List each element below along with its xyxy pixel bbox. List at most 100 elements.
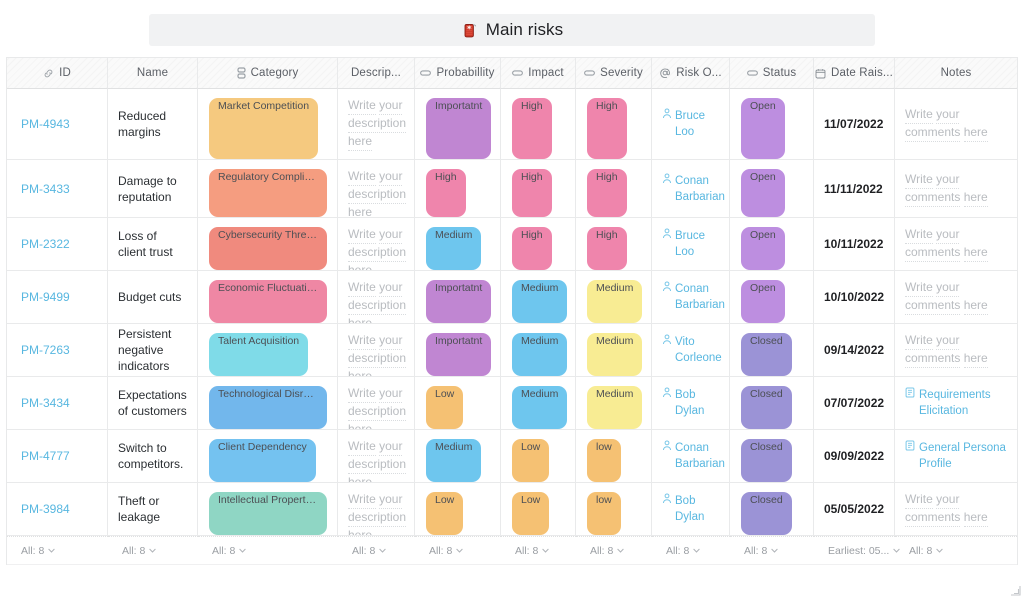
notes-placeholder[interactable]: Write your comments here: [905, 226, 1009, 262]
column-header-severity[interactable]: Severity: [576, 58, 652, 89]
cell-probability[interactable]: Importatnt: [415, 271, 501, 324]
footer-summary-owner[interactable]: All: 8: [652, 536, 730, 564]
cell-severity[interactable]: High: [576, 218, 652, 271]
category-tag[interactable]: Cybersecurity Threats: [209, 227, 327, 270]
cell-notes[interactable]: Write your comments here: [895, 218, 1017, 271]
risk-owner-link[interactable]: Vito Corleone: [662, 334, 723, 366]
status-badge[interactable]: Closed: [741, 492, 792, 535]
cell-impact[interactable]: High: [501, 218, 576, 271]
description-placeholder[interactable]: Write your description here: [338, 430, 414, 482]
cell-date-raised[interactable]: 05/05/2022: [814, 483, 895, 536]
probability-tag[interactable]: High: [426, 169, 466, 217]
cell-notes[interactable]: Write your comments here: [895, 483, 1017, 536]
cell-category[interactable]: Technological Disrup...: [198, 377, 338, 430]
cell-risk-owner[interactable]: Bob Dylan: [652, 377, 730, 430]
column-header-name[interactable]: Name: [108, 58, 198, 89]
footer-summary-status[interactable]: All: 8: [730, 536, 814, 564]
cell-probability[interactable]: Importatnt: [415, 89, 501, 160]
cell-status[interactable]: Closed: [730, 324, 814, 377]
probability-tag[interactable]: Importatnt: [426, 333, 491, 376]
cell-description[interactable]: Write your description here: [338, 271, 415, 324]
status-badge[interactable]: Closed: [741, 386, 792, 429]
risk-owner-link[interactable]: Conan Barbarian: [662, 173, 725, 205]
impact-tag[interactable]: Medium: [512, 280, 567, 323]
risk-owner-link[interactable]: Bruce Loo: [662, 228, 723, 260]
cell-severity[interactable]: High: [576, 160, 652, 218]
footer-summary-id[interactable]: All: 8: [7, 536, 108, 564]
cell-id[interactable]: PM-3984: [7, 483, 108, 536]
cell-name[interactable]: Switch to competitors.: [108, 430, 198, 483]
cell-severity[interactable]: Medium: [576, 271, 652, 324]
cell-date-raised[interactable]: 10/10/2022: [814, 271, 895, 324]
status-badge[interactable]: Closed: [741, 439, 792, 482]
cell-status[interactable]: Closed: [730, 483, 814, 536]
cell-category[interactable]: Client Dependency: [198, 430, 338, 483]
notes-placeholder[interactable]: Write your comments here: [905, 106, 1009, 142]
description-placeholder[interactable]: Write your description here: [338, 271, 414, 323]
record-id-link[interactable]: PM-4777: [7, 449, 70, 463]
probability-tag[interactable]: Medium: [426, 439, 481, 482]
risk-owner-link[interactable]: Bruce Loo: [662, 108, 723, 140]
cell-probability[interactable]: Medium: [415, 430, 501, 483]
record-id-link[interactable]: PM-3984: [7, 502, 70, 516]
notes-placeholder[interactable]: Write your comments here: [905, 279, 1009, 315]
severity-tag[interactable]: Medium: [587, 280, 642, 323]
cell-notes[interactable]: Write your comments here: [895, 160, 1017, 218]
severity-tag[interactable]: low: [587, 492, 621, 535]
status-badge[interactable]: Open: [741, 280, 785, 323]
footer-summary-desc[interactable]: All: 8: [338, 536, 415, 564]
cell-severity[interactable]: low: [576, 430, 652, 483]
cell-risk-owner[interactable]: Vito Corleone: [652, 324, 730, 377]
column-header-descrip[interactable]: Descrip...: [338, 58, 415, 89]
column-header-id[interactable]: ID: [7, 58, 108, 89]
category-tag[interactable]: Intellectual Property ...: [209, 492, 327, 535]
cell-category[interactable]: Intellectual Property ...: [198, 483, 338, 536]
footer-summary-notes[interactable]: All: 8: [895, 536, 1017, 564]
cell-description[interactable]: Write your description here: [338, 218, 415, 271]
cell-impact[interactable]: Medium: [501, 324, 576, 377]
cell-notes[interactable]: Write your comments here: [895, 89, 1017, 160]
cell-name[interactable]: Damage to reputation: [108, 160, 198, 218]
notes-placeholder[interactable]: Write your comments here: [905, 171, 1009, 207]
table-row[interactable]: PM-3984 Theft or leakage Intellectual Prop…: [7, 483, 1017, 536]
category-tag[interactable]: Economic Fluctuations: [209, 280, 327, 323]
cell-notes[interactable]: General Persona Profile: [895, 430, 1017, 483]
notes-placeholder[interactable]: Write your comments here: [905, 491, 1009, 527]
status-badge[interactable]: Open: [741, 227, 785, 270]
impact-tag[interactable]: High: [512, 169, 552, 217]
cell-name[interactable]: Reduced margins: [108, 89, 198, 160]
cell-status[interactable]: Open: [730, 218, 814, 271]
cell-status[interactable]: Open: [730, 160, 814, 218]
severity-tag[interactable]: High: [587, 169, 627, 217]
cell-risk-owner[interactable]: Bruce Loo: [652, 218, 730, 271]
cell-notes[interactable]: Write your comments here: [895, 324, 1017, 377]
impact-tag[interactable]: Medium: [512, 386, 567, 429]
footer-summary-prob[interactable]: All: 8: [415, 536, 501, 564]
column-header-risk-o[interactable]: Risk O...: [652, 58, 730, 89]
cell-description[interactable]: Write your description here: [338, 483, 415, 536]
record-id-link[interactable]: PM-2322: [7, 237, 70, 251]
cell-date-raised[interactable]: 10/11/2022: [814, 218, 895, 271]
risk-owner-link[interactable]: Bob Dylan: [662, 387, 723, 419]
column-header-category[interactable]: Category: [198, 58, 338, 89]
cell-id[interactable]: PM-3434: [7, 377, 108, 430]
cell-probability[interactable]: Importatnt: [415, 324, 501, 377]
cell-id[interactable]: PM-9499: [7, 271, 108, 324]
severity-tag[interactable]: low: [587, 439, 621, 482]
cell-name[interactable]: Theft or leakage: [108, 483, 198, 536]
cell-status[interactable]: Open: [730, 89, 814, 160]
cell-description[interactable]: Write your description here: [338, 89, 415, 160]
severity-tag[interactable]: High: [587, 227, 627, 270]
category-tag[interactable]: Client Dependency: [209, 439, 316, 482]
cell-impact[interactable]: High: [501, 160, 576, 218]
impact-tag[interactable]: Low: [512, 439, 549, 482]
description-placeholder[interactable]: Write your description here: [338, 218, 414, 270]
cell-name[interactable]: Persistent negative indicators: [108, 324, 198, 377]
cell-id[interactable]: PM-4777: [7, 430, 108, 483]
cell-description[interactable]: Write your description here: [338, 324, 415, 377]
column-header-notes[interactable]: Notes: [895, 58, 1017, 89]
cell-severity[interactable]: Medium: [576, 377, 652, 430]
cell-impact[interactable]: Low: [501, 430, 576, 483]
impact-tag[interactable]: High: [512, 98, 552, 159]
record-id-link[interactable]: PM-7263: [7, 343, 70, 357]
